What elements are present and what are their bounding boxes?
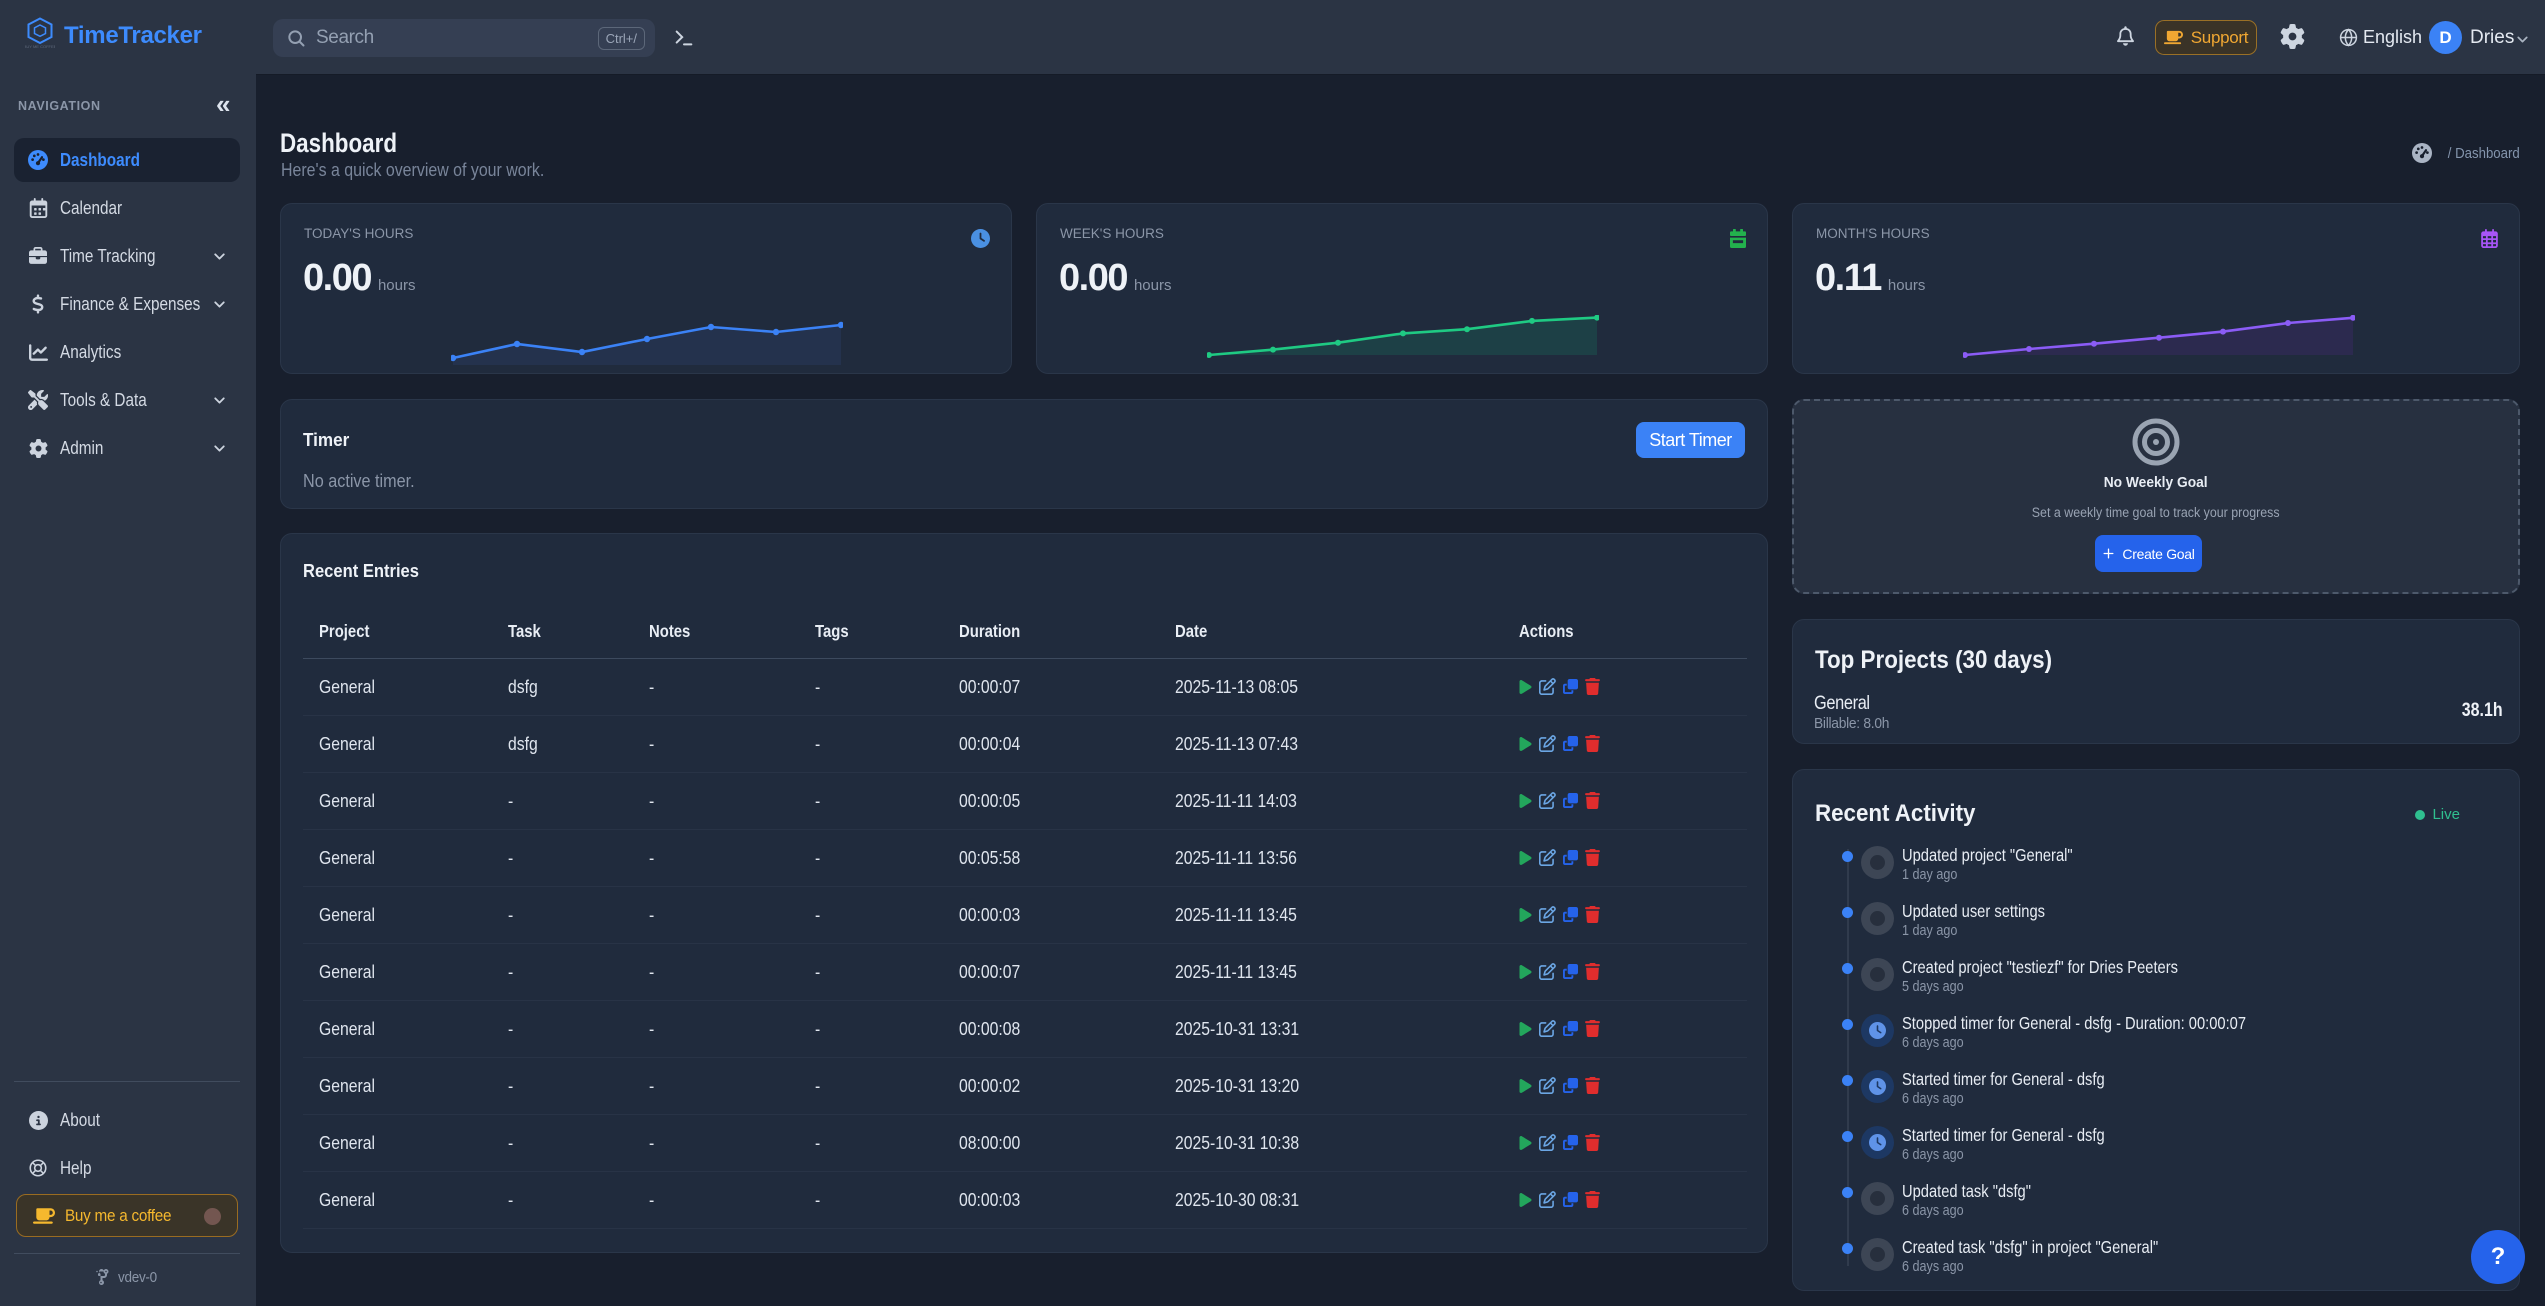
svg-text:BUY ME COFFEE: BUY ME COFFEE [25, 44, 55, 49]
